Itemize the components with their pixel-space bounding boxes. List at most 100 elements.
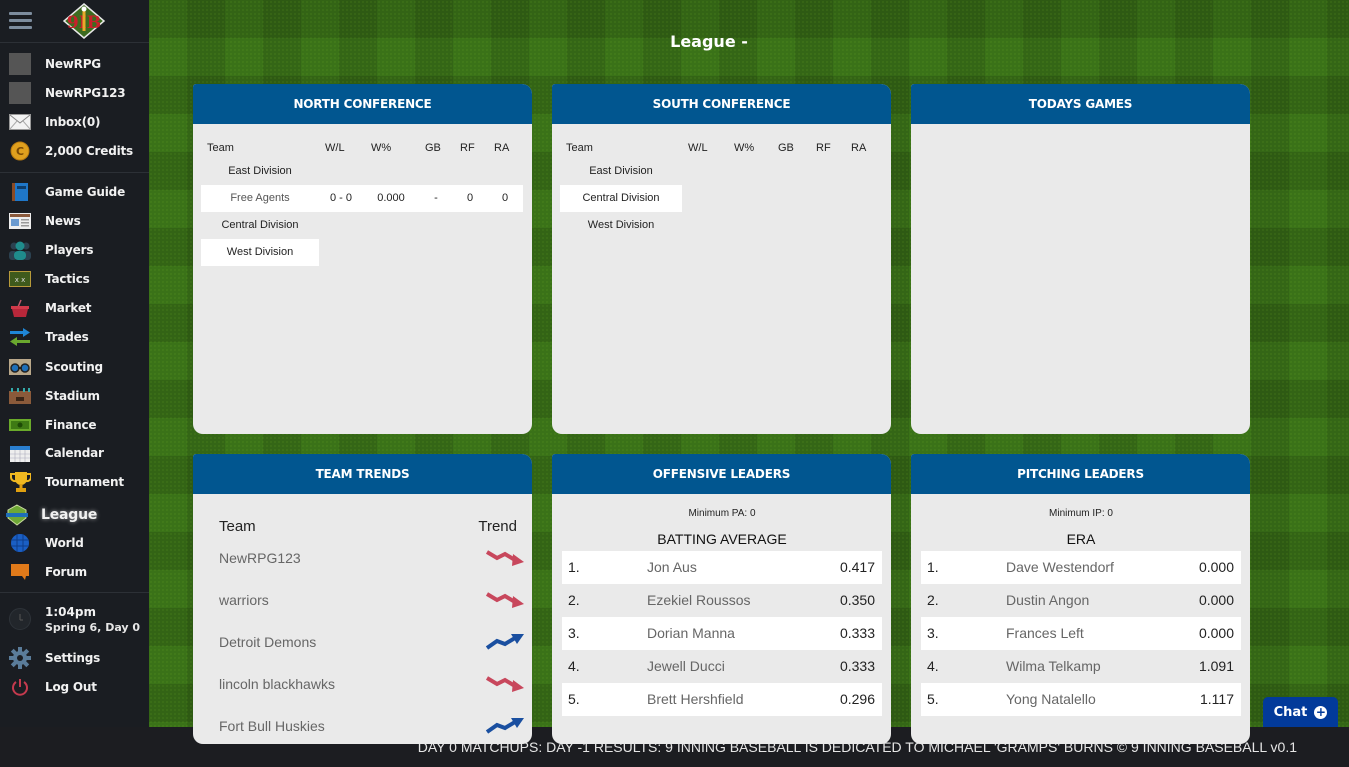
col-rf: RF [460, 142, 475, 154]
division-row: Central Division [560, 185, 882, 212]
sidebar-item-label: Tactics [45, 272, 90, 286]
sidebar-item-scouting[interactable]: Scouting [0, 354, 149, 380]
sidebar-item-label: World [45, 536, 84, 550]
sidebar-item-forum[interactable]: Forum [0, 559, 149, 585]
sidebar-item-game-guide[interactable]: Game Guide [0, 179, 149, 205]
plus-icon: + [1314, 704, 1328, 719]
stat-value: 0.296 [839, 691, 875, 707]
team-name[interactable]: Free Agents [201, 185, 319, 212]
table-row[interactable]: Free Agents 0 - 0 0.000 - 0 0 [201, 185, 523, 212]
sidebar-item-inbox[interactable]: Inbox(0) [0, 109, 149, 135]
team-name[interactable]: NewRPG123 [219, 550, 301, 566]
col-rf: RF [816, 142, 831, 154]
stat-value: 1.117 [1200, 691, 1234, 707]
sidebar-item-players[interactable]: Players [0, 237, 149, 263]
player-name[interactable]: Brett Hershfield [647, 683, 743, 716]
mail-icon [9, 112, 31, 132]
col-wp: W% [371, 142, 392, 154]
col-team: Team [207, 142, 234, 154]
sidebar-item-calendar[interactable]: Calendar [0, 440, 149, 466]
table-row[interactable]: 1. Dave Westendorf 0.000 [921, 551, 1241, 584]
sidebar-item-label: 2,000 Credits [45, 144, 133, 158]
division-row: Central Division [201, 212, 523, 239]
division-row: West Division [560, 212, 882, 239]
team-name[interactable]: warriors [219, 592, 269, 608]
player-name[interactable]: Dustin Angon [1006, 584, 1089, 617]
sidebar-item-label: Stadium [45, 389, 100, 403]
table-row[interactable]: NewRPG123 [219, 550, 525, 592]
sidebar-item-finance[interactable]: Finance [0, 412, 149, 438]
team-wl: 0 - 0 [329, 192, 352, 204]
sidebar-item-tournament[interactable]: Tournament [0, 469, 149, 495]
player-name[interactable]: Dave Westendorf [1006, 551, 1114, 584]
table-row[interactable]: 5. Brett Hershfield 0.296 [562, 683, 882, 716]
division-row: West Division [201, 239, 523, 266]
table-row[interactable]: 2. Dustin Angon 0.000 [921, 584, 1241, 617]
game-logo[interactable]: 9IB [63, 3, 105, 39]
table-row[interactable]: lincoln blackhawks [219, 676, 525, 718]
col-ra: RA [851, 142, 867, 154]
newspaper-icon [9, 211, 31, 231]
trend-up-icon [485, 718, 524, 734]
standings-header: Team W/L W% GB RF RA [560, 138, 882, 158]
table-row[interactable]: 5. Yong Natalello 1.117 [921, 683, 1241, 716]
panel-header: TODAYS GAMES [911, 84, 1250, 124]
table-row[interactable]: 2. Ezekiel Roussos 0.350 [562, 584, 882, 617]
player-name[interactable]: Wilma Telkamp [1006, 650, 1101, 683]
sidebar-item-world[interactable]: World [0, 530, 149, 556]
sidebar-item-profile[interactable]: NewRPG [0, 51, 149, 77]
game-time: 1:04pm [45, 604, 96, 619]
team-name[interactable]: Fort Bull Huskies [219, 718, 325, 734]
sidebar-item-credits[interactable]: C 2,000 Credits [0, 138, 149, 164]
settings-button[interactable]: Settings [0, 645, 149, 671]
game-date: Spring 6, Day 0 [45, 620, 141, 634]
team-name[interactable]: Detroit Demons [219, 634, 316, 650]
team-name[interactable]: lincoln blackhawks [219, 676, 335, 692]
standings-header: Team W/L W% GB RF RA [201, 138, 523, 158]
table-row[interactable]: 3. Dorian Manna 0.333 [562, 617, 882, 650]
table-row[interactable]: 4. Wilma Telkamp 1.091 [921, 650, 1241, 683]
chat-button[interactable]: Chat + [1263, 697, 1338, 727]
sidebar-item-label: Inbox(0) [45, 115, 101, 129]
table-row[interactable]: 1. Jon Aus 0.417 [562, 551, 882, 584]
sidebar-item-trades[interactable]: Trades [0, 324, 149, 350]
speech-bubble-icon [9, 562, 31, 582]
sidebar-header: 9IB [0, 0, 149, 43]
table-row[interactable]: warriors [219, 592, 525, 634]
table-row[interactable]: Detroit Demons [219, 634, 525, 676]
player-name[interactable]: Dorian Manna [647, 617, 735, 650]
stat-value: 0.333 [839, 658, 875, 674]
standings-table: Team W/L W% GB RF RA East Division Centr… [560, 138, 882, 239]
league-shield-icon [6, 504, 28, 526]
player-name[interactable]: Yong Natalello [1006, 683, 1096, 716]
logout-button[interactable]: Log Out [0, 674, 149, 700]
swap-arrows-icon [9, 327, 31, 347]
hamburger-menu-icon[interactable] [9, 12, 32, 31]
sidebar-item-league[interactable]: League [0, 502, 149, 528]
player-name[interactable]: Jon Aus [647, 551, 697, 584]
team-ra: 0 [501, 192, 509, 204]
clock-icon [9, 608, 31, 630]
sidebar-item-label: News [45, 214, 81, 228]
page-title: League - [670, 32, 748, 51]
stat-value: 0.417 [839, 559, 875, 575]
panel-header: NORTH CONFERENCE [193, 84, 532, 124]
sidebar-item-market[interactable]: Market [0, 295, 149, 321]
table-row[interactable]: 4. Jewell Ducci 0.333 [562, 650, 882, 683]
game-clock: 1:04pm Spring 6, Day 0 [0, 600, 149, 638]
rank-number: 4. [568, 658, 580, 674]
team-gb: - [434, 192, 438, 204]
money-icon [9, 415, 31, 435]
player-name[interactable]: Ezekiel Roussos [647, 584, 751, 617]
player-name[interactable]: Jewell Ducci [647, 650, 725, 683]
todays-games-panel: TODAYS GAMES [911, 84, 1250, 434]
player-name[interactable]: Frances Left [1006, 617, 1084, 650]
sidebar-item-team[interactable]: NewRPG123 [0, 80, 149, 106]
sidebar-item-stadium[interactable]: Stadium [0, 383, 149, 409]
table-row[interactable]: Fort Bull Huskies [219, 718, 525, 744]
col-ra: RA [494, 142, 510, 154]
sidebar-item-news[interactable]: News [0, 208, 149, 234]
table-row[interactable]: 3. Frances Left 0.000 [921, 617, 1241, 650]
sidebar-item-label: NewRPG [45, 57, 101, 71]
sidebar-item-tactics[interactable]: x x Tactics [0, 266, 149, 292]
